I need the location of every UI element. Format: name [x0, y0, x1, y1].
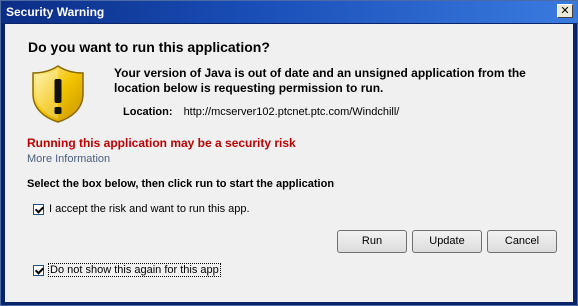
cancel-button[interactable]: Cancel — [487, 230, 557, 253]
accept-risk-row[interactable]: I accept the risk and want to run this a… — [33, 203, 250, 215]
dialog-body: Do you want to run this application? You… — [5, 24, 573, 302]
update-button[interactable]: Update — [412, 230, 482, 253]
more-information-link[interactable]: More Information — [27, 153, 110, 165]
dont-show-again-checkbox[interactable] — [33, 264, 44, 276]
dialog-heading: Do you want to run this application? — [28, 39, 270, 55]
security-warning-dialog: Security Warning ✕ Do you want to run th… — [0, 0, 578, 306]
accept-risk-checkbox[interactable] — [33, 203, 44, 215]
dont-show-again-row[interactable]: Do not show this again for this app — [33, 263, 221, 277]
instruction-text: Select the box below, then click run to … — [27, 178, 335, 190]
location-label: Location: — [123, 106, 173, 118]
location-row: Location: http://mcserver102.ptcnet.ptc.… — [123, 106, 399, 118]
window-title: Security Warning — [6, 5, 105, 19]
warning-shield-icon — [32, 65, 84, 123]
location-value: http://mcserver102.ptcnet.ptc.com/Windch… — [183, 106, 400, 118]
warning-message: Your version of Java is out of date and … — [114, 66, 526, 95]
dont-show-again-label[interactable]: Do not show this again for this app — [48, 263, 221, 277]
run-button[interactable]: Run — [337, 230, 407, 253]
close-button[interactable]: ✕ — [557, 4, 573, 18]
accept-risk-label[interactable]: I accept the risk and want to run this a… — [49, 203, 250, 215]
title-bar[interactable]: Security Warning ✕ — [1, 1, 577, 23]
close-icon: ✕ — [560, 4, 570, 17]
security-risk-text: Running this application may be a securi… — [27, 136, 296, 150]
